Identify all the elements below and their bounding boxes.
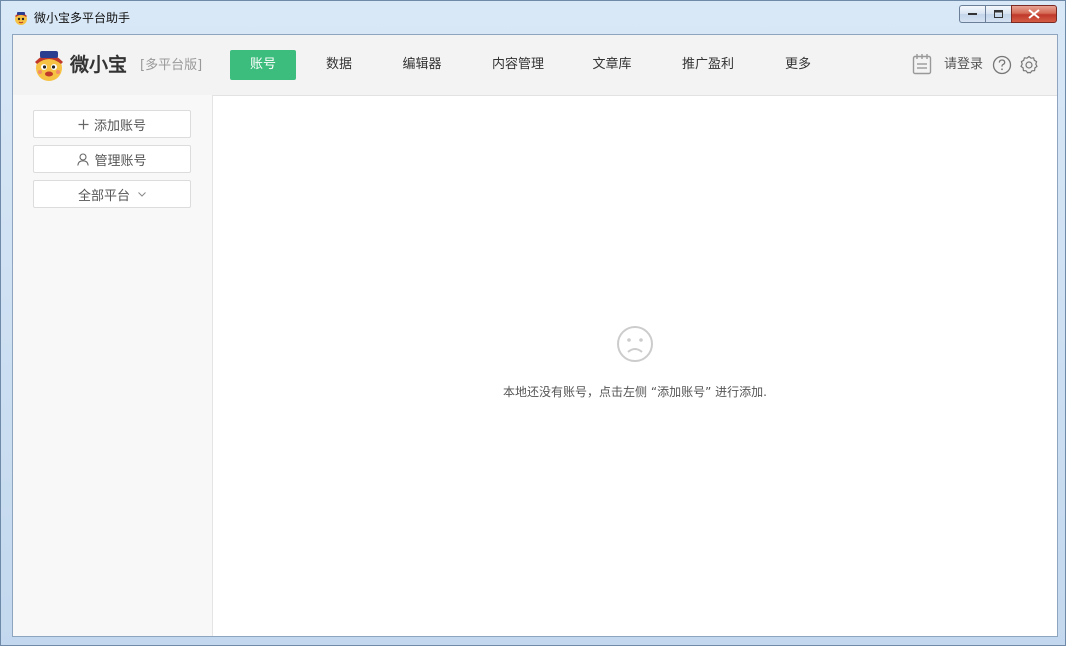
nav-tab-accounts[interactable]: 账号 — [230, 50, 296, 80]
minimize-button[interactable] — [959, 5, 985, 23]
manage-account-button[interactable]: 管理账号 — [33, 145, 191, 173]
nav-tab-article-library[interactable]: 文章库 — [583, 50, 641, 80]
chevron-down-icon — [138, 191, 146, 197]
sidebar: 添加账号 管理账号 全部平台 — [13, 95, 213, 636]
empty-state: 本地还没有账号，点击左侧 “添加账号” 进行添加. — [213, 325, 1057, 400]
user-icon — [77, 152, 90, 166]
client-area: 微小宝 [多平台版] 账号 数据 编辑器 内容管理 文章库 推广盈利 更多 请登… — [12, 34, 1058, 637]
close-icon — [1028, 9, 1040, 19]
mascot-logo-icon — [35, 51, 63, 81]
nav-tab-data[interactable]: 数据 — [313, 50, 365, 80]
app-logo-name: 微小宝 — [70, 54, 128, 76]
title-bar[interactable]: 微小宝多平台助手 — [1, 1, 1065, 33]
maximize-icon — [993, 9, 1003, 18]
login-link[interactable]: 请登录 — [944, 56, 983, 74]
nav-tab-promotion[interactable]: 推广盈利 — [673, 50, 743, 80]
add-account-label: 添加账号 — [93, 118, 146, 134]
top-header: 微小宝 [多平台版] 账号 数据 编辑器 内容管理 文章库 推广盈利 更多 请登… — [13, 35, 1057, 96]
minimize-icon — [967, 13, 977, 15]
window-controls — [959, 5, 1057, 24]
platform-filter-label: 全部平台 — [77, 188, 130, 204]
settings-icon[interactable] — [1019, 55, 1039, 75]
add-account-button[interactable]: 添加账号 — [33, 110, 191, 138]
nav-tab-more[interactable]: 更多 — [775, 50, 821, 80]
window-title: 微小宝多平台助手 — [34, 11, 131, 25]
manage-account-label: 管理账号 — [94, 153, 147, 169]
app-window: 微小宝多平台助手 微小宝 [多平台版] 账号 数据 编辑器 内容管理 文章库 推… — [0, 0, 1066, 646]
sad-face-icon — [617, 326, 653, 362]
nav-tab-content-management[interactable]: 内容管理 — [483, 50, 553, 80]
notepad-icon[interactable] — [912, 53, 932, 75]
platform-filter-dropdown[interactable]: 全部平台 — [33, 180, 191, 208]
nav-tab-editor[interactable]: 编辑器 — [393, 50, 451, 80]
app-logo-version: [多平台版] — [140, 58, 203, 73]
plus-icon — [78, 119, 89, 130]
app-mascot-icon — [15, 12, 27, 25]
close-button[interactable] — [1011, 5, 1057, 23]
empty-message: 本地还没有账号，点击左侧 “添加账号” 进行添加. — [503, 385, 767, 399]
maximize-button[interactable] — [985, 5, 1011, 23]
help-icon[interactable] — [992, 55, 1012, 75]
